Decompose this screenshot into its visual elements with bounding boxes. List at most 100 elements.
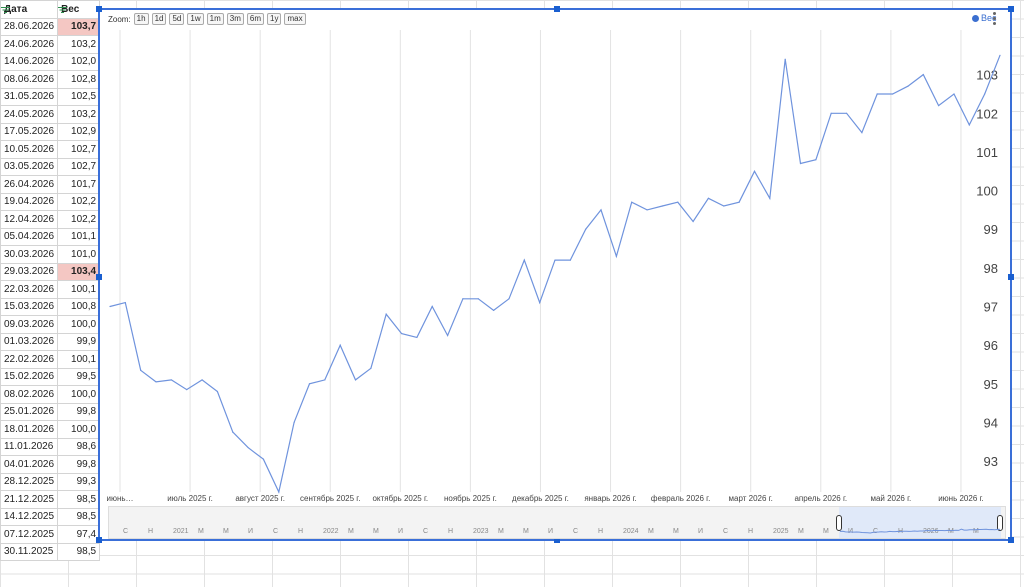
y-tick-label: 98 xyxy=(984,261,998,276)
data-point xyxy=(186,388,188,391)
data-point xyxy=(891,93,894,95)
navigator-label: С xyxy=(423,528,429,535)
data-point xyxy=(462,298,464,300)
navigator-label: Н xyxy=(148,528,154,535)
x-tick-label: апрель 2026 г. xyxy=(794,494,847,503)
data-point xyxy=(707,197,710,199)
data-point xyxy=(493,309,495,311)
data-point xyxy=(585,228,587,230)
data-point xyxy=(216,390,219,393)
navigator-label: М xyxy=(373,528,379,535)
x-tick-label: сентябрь 2025 г. xyxy=(300,494,360,503)
y-tick-label: 94 xyxy=(984,415,998,430)
navigator-label: М xyxy=(823,528,829,535)
data-point xyxy=(984,93,986,95)
data-point xyxy=(324,379,326,381)
data-point xyxy=(861,132,863,134)
navigator-line xyxy=(840,528,1000,534)
x-tick-label: май 2026 г. xyxy=(870,494,911,503)
data-point xyxy=(938,104,940,107)
navigator-label: М xyxy=(348,528,354,535)
x-tick-label: август 2025 г. xyxy=(235,494,285,503)
navigator-label: 2023 xyxy=(473,528,489,535)
navigator-label: М xyxy=(523,528,529,535)
data-point xyxy=(784,58,786,60)
navigator-label: М xyxy=(498,528,504,535)
data-point xyxy=(631,201,633,203)
navigator-label: И xyxy=(398,528,404,535)
range-navigator[interactable]: С Н 2021 М М И С Н 2022 М М И С Н 2023 М М И С Н 2024 М М И С Н 20… xyxy=(108,506,1006,539)
data-point xyxy=(830,112,832,114)
x-tick-label: июнь… xyxy=(106,494,133,503)
data-point xyxy=(845,112,848,114)
data-point xyxy=(109,305,111,308)
x-tick-label: декабрь 2025 г. xyxy=(512,494,569,503)
y-tick-label: 99 xyxy=(984,222,998,237)
data-point xyxy=(370,367,372,369)
data-point xyxy=(140,369,142,371)
data-point xyxy=(876,93,878,95)
data-point xyxy=(600,209,602,211)
y-tick-label: 101 xyxy=(976,145,998,160)
x-tick-label: ноябрь 2025 г. xyxy=(444,494,497,503)
data-point xyxy=(431,305,433,308)
x-tick-label: январь 2026 г. xyxy=(584,494,636,503)
navigator-mini-series xyxy=(840,528,1000,534)
data-point xyxy=(999,54,1001,56)
data-point xyxy=(385,313,387,315)
y-tick-label: 95 xyxy=(984,377,998,392)
data-point xyxy=(723,205,725,207)
navigator-label: М xyxy=(648,528,654,535)
data-point xyxy=(201,379,203,381)
y-tick-label: 93 xyxy=(984,454,998,469)
y-tick-label: 96 xyxy=(984,338,998,353)
data-point xyxy=(262,458,265,460)
data-point xyxy=(247,446,249,449)
data-point xyxy=(400,332,403,335)
data-point xyxy=(615,255,617,257)
navigator-label: 2021 xyxy=(173,528,189,535)
data-point xyxy=(815,159,817,161)
data-point xyxy=(170,379,172,381)
data-point xyxy=(416,336,418,339)
data-point xyxy=(308,383,311,385)
navigator-label: 2025 xyxy=(773,528,789,535)
x-tick-label: июль 2025 г. xyxy=(167,494,213,503)
data-point xyxy=(155,381,157,383)
navigator-label: 2022 xyxy=(323,528,339,535)
data-point xyxy=(569,259,571,261)
navigator-label: И xyxy=(248,528,254,535)
x-tick-label: март 2026 г. xyxy=(729,494,773,503)
navigator-label: И xyxy=(698,528,704,535)
data-point xyxy=(646,209,648,211)
navigator-label: С xyxy=(723,528,729,535)
navigator-label: Н xyxy=(448,528,454,535)
data-point xyxy=(661,205,664,207)
data-point xyxy=(523,259,525,261)
data-point xyxy=(508,298,510,300)
data-point xyxy=(953,93,955,95)
data-point xyxy=(354,379,357,381)
y-tick-label: 102 xyxy=(976,106,998,121)
data-point xyxy=(738,201,740,203)
line-chart: июнь… июль 2025 г. август 2025 г. сентябрь … xyxy=(106,30,1001,503)
data-point xyxy=(339,344,341,346)
data-point xyxy=(769,197,771,199)
series-line-ves xyxy=(109,55,1001,494)
navigator-label: С xyxy=(573,528,579,535)
navigator-label: М xyxy=(798,528,804,535)
navigator-label: С xyxy=(273,528,279,535)
navigator-label: И xyxy=(548,528,554,535)
navigator-label: Н xyxy=(298,528,304,535)
data-point xyxy=(477,298,479,300)
data-point xyxy=(907,85,909,87)
y-tick-label: 100 xyxy=(976,184,998,199)
navigator-label: М xyxy=(673,528,679,535)
data-point xyxy=(278,491,280,493)
data-point xyxy=(677,201,679,203)
navigator-label: Н xyxy=(748,528,754,535)
navigator-label: 2024 xyxy=(623,528,639,535)
data-point xyxy=(968,124,970,126)
data-point xyxy=(539,302,541,304)
data-point xyxy=(922,74,924,76)
